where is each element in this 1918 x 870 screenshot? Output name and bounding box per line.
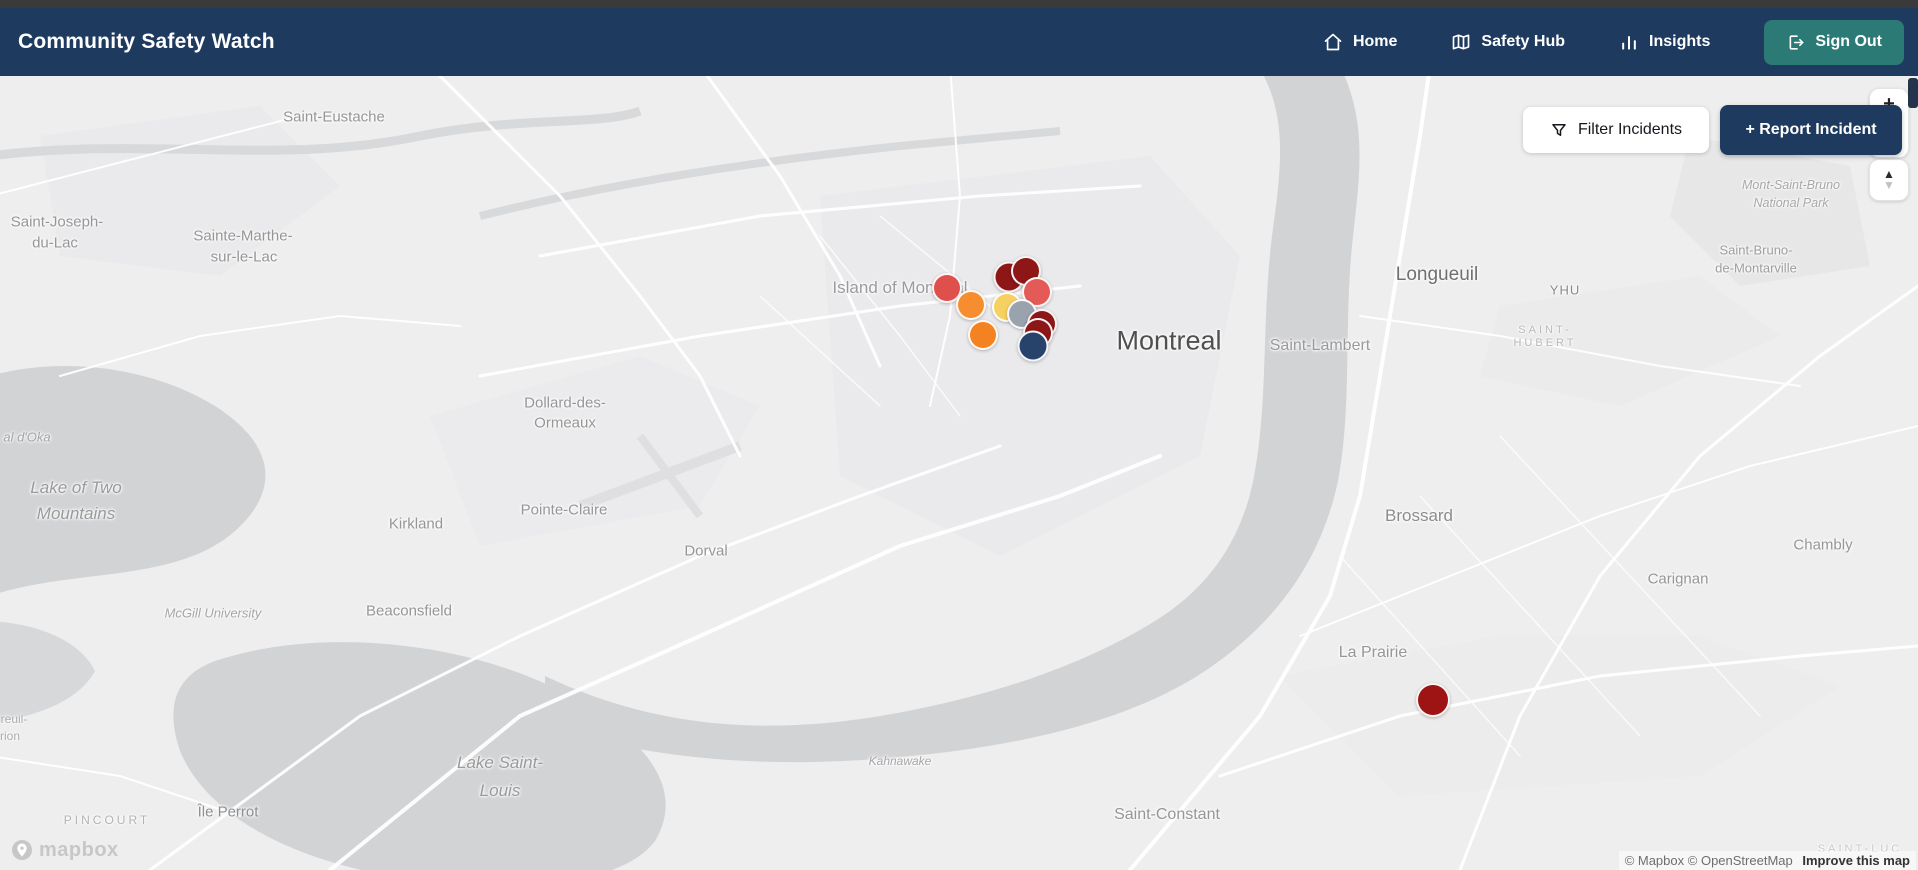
mapbox-pin-icon [12, 840, 32, 860]
sign-out-button[interactable]: Sign Out [1764, 19, 1904, 65]
map-icon [1453, 34, 1470, 50]
main-nav: Home Safety Hub Insights Sign Out [1323, 19, 1904, 65]
nav-home-label: Home [1352, 33, 1398, 50]
nav-insights-label: Insights [1649, 33, 1711, 50]
pitch-down-button[interactable]: ▼ [1883, 179, 1895, 191]
report-incident-button[interactable]: + Report Incident [1720, 105, 1902, 155]
nav-safety-hub-label: Safety Hub [1481, 33, 1565, 50]
incident-marker[interactable] [1416, 683, 1450, 717]
map-canvas[interactable]: Saint-Eustache Saint-Joseph-du-Lac Sainte-… [0, 76, 1918, 870]
mapbox-logo-text: mapbox [39, 838, 119, 861]
window-chrome-strip [0, 0, 1918, 8]
map-pitch-control: ▲ ▼ [1869, 159, 1909, 201]
app-window: Community Safety Watch Home Safety Hub I… [0, 0, 1918, 870]
sign-out-label: Sign Out [1815, 33, 1882, 50]
home-icon [1324, 33, 1342, 51]
nav-safety-hub[interactable]: Safety Hub [1451, 32, 1565, 52]
nav-insights[interactable]: Insights [1619, 32, 1710, 52]
app-title: Community Safety Watch [18, 30, 275, 53]
nav-home[interactable]: Home [1323, 32, 1397, 52]
mapbox-logo[interactable]: mapbox [10, 838, 119, 862]
filter-incidents-button[interactable]: Filter Incidents [1523, 107, 1709, 153]
map-attribution: © Mapbox © OpenStreetMap Improve this ma… [1618, 851, 1916, 870]
incident-markers-layer [0, 76, 1918, 870]
incident-marker[interactable] [968, 320, 998, 350]
filter-funnel-icon [1552, 124, 1566, 136]
bar-chart-icon [1622, 36, 1636, 50]
incident-marker[interactable] [956, 290, 986, 320]
improve-map-link[interactable]: Improve this map [1802, 853, 1910, 868]
filter-incidents-label: Filter Incidents [1577, 121, 1683, 138]
sign-out-icon [1789, 34, 1804, 50]
app-header: Community Safety Watch Home Safety Hub I… [0, 8, 1918, 76]
attribution-osm-link[interactable]: © OpenStreetMap [1688, 853, 1793, 868]
scrollbar-thumb[interactable] [1908, 78, 1918, 108]
incident-marker[interactable] [1017, 330, 1049, 362]
attribution-mapbox-link[interactable]: © Mapbox [1625, 853, 1684, 868]
